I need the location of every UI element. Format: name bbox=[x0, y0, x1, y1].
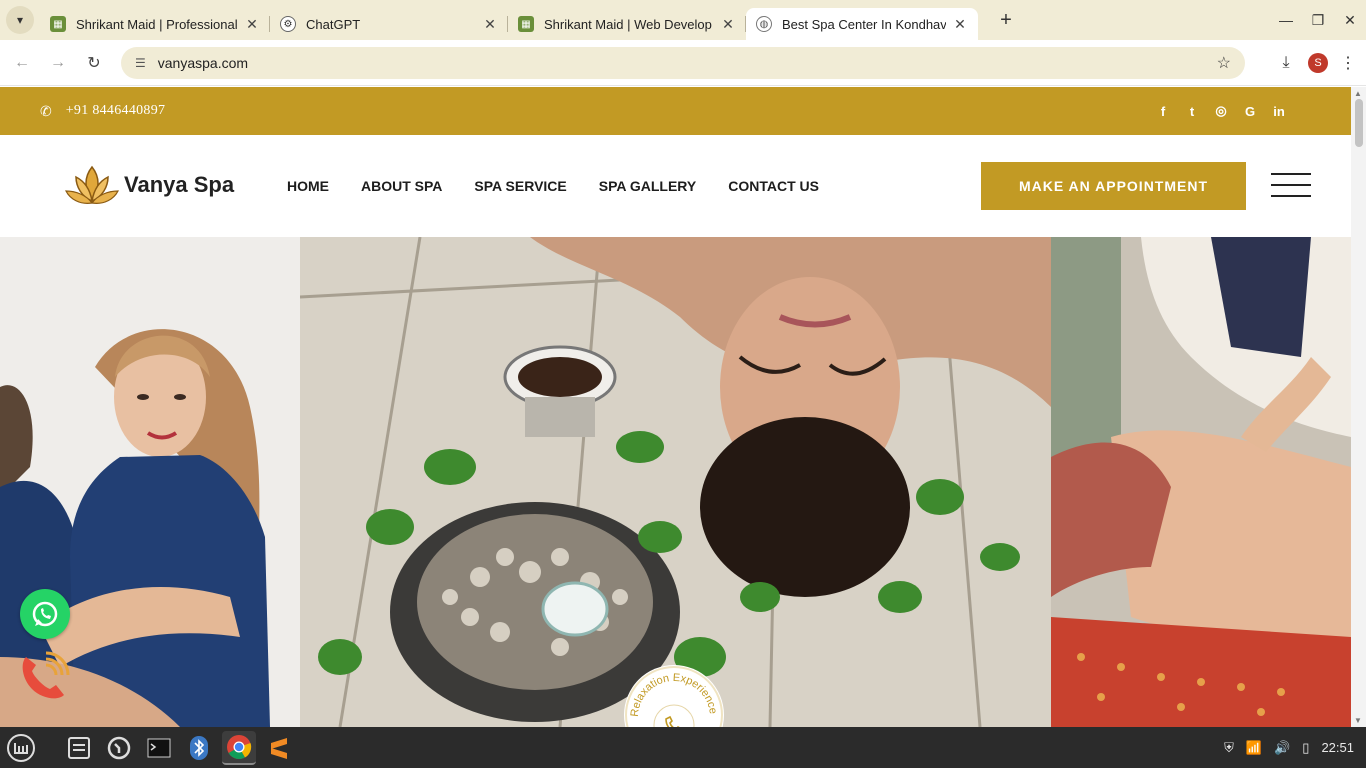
toolbar-actions: ⤓ S ⋮ bbox=[1274, 40, 1358, 86]
site-info-icon[interactable]: ☰ bbox=[135, 56, 146, 70]
url-text: vanyaspa.com bbox=[157, 55, 249, 71]
shield-icon[interactable]: ⛨ bbox=[1224, 740, 1234, 756]
call-button[interactable] bbox=[18, 649, 72, 703]
hamburger-menu-icon[interactable] bbox=[1271, 171, 1311, 199]
chevron-down-icon: ▾ bbox=[16, 13, 24, 27]
nav-spa-service[interactable]: SPA SERVICE bbox=[474, 178, 566, 194]
make-appointment-button[interactable]: MAKE AN APPOINTMENT bbox=[981, 162, 1246, 210]
battery-icon[interactable]: ▯ bbox=[1302, 740, 1309, 756]
tab-title: Shrikant Maid | Professional bbox=[76, 16, 238, 32]
window-controls: — ❐ ✕ bbox=[1270, 0, 1366, 40]
browser-toolbar: ← → ↻ ☰ vanyaspa.com ☆ ⤓ S ⋮ bbox=[0, 40, 1366, 86]
browser-tab-strip: ▾ ▦ Shrikant Maid | Professional ✕ ⚙ Cha… bbox=[0, 0, 1366, 40]
new-tab-button[interactable]: + bbox=[992, 6, 1020, 34]
chrome-icon[interactable] bbox=[222, 730, 256, 765]
scroll-thumb[interactable] bbox=[1355, 99, 1363, 147]
spa-stones-image bbox=[300, 237, 1051, 727]
browser-tab[interactable]: ▦ Shrikant Maid | Web Develop ✕ bbox=[508, 8, 746, 40]
bluetooth-icon[interactable] bbox=[182, 731, 216, 765]
site-header: Vanya Spa HOME ABOUT SPA SPA SERVICE SPA… bbox=[0, 135, 1351, 237]
back-icon[interactable]: ← bbox=[4, 54, 40, 72]
minimize-icon[interactable]: — bbox=[1270, 12, 1302, 28]
forward-icon[interactable]: → bbox=[40, 54, 76, 72]
sublime-text-icon[interactable] bbox=[262, 731, 296, 765]
maximize-icon[interactable]: ❐ bbox=[1302, 12, 1334, 29]
hero-slide-center bbox=[300, 237, 1051, 727]
phone-ringing-icon bbox=[22, 651, 70, 699]
nav-contact-us[interactable]: CONTACT US bbox=[728, 178, 819, 194]
facebook-icon[interactable]: f bbox=[1155, 104, 1171, 119]
site-favicon-icon: ▦ bbox=[50, 16, 66, 32]
phone-number[interactable]: +91 8446440897 bbox=[66, 103, 166, 119]
twitter-icon[interactable]: t bbox=[1184, 104, 1200, 119]
browser-tab[interactable]: ⚙ ChatGPT ✕ bbox=[270, 8, 508, 40]
lotus-logo-icon bbox=[65, 165, 119, 204]
scroll-down-icon[interactable]: ▼ bbox=[1354, 716, 1362, 725]
volume-icon[interactable]: 🔊 bbox=[1274, 740, 1290, 756]
updater-icon[interactable] bbox=[102, 731, 136, 765]
profile-avatar[interactable]: S bbox=[1308, 53, 1328, 73]
back-massage-image bbox=[1051, 237, 1351, 727]
instagram-icon[interactable]: ◎ bbox=[1213, 103, 1229, 119]
contact-topbar: ✆ +91 8446440897 f t ◎ G in bbox=[0, 87, 1351, 135]
close-window-icon[interactable]: ✕ bbox=[1334, 12, 1366, 29]
relaxation-call-badge[interactable]: Relaxation Experience at bbox=[621, 656, 724, 727]
main-nav: HOME ABOUT SPA SPA SERVICE SPA GALLERY C… bbox=[287, 135, 851, 237]
badge-graphic: Relaxation Experience at bbox=[621, 656, 723, 727]
terminal-icon[interactable] bbox=[142, 731, 176, 765]
site-logo[interactable]: Vanya Spa bbox=[64, 163, 234, 207]
tab-title: Shrikant Maid | Web Develop bbox=[544, 16, 712, 32]
browser-tab[interactable]: ▦ Shrikant Maid | Professional ✕ bbox=[40, 8, 270, 40]
nav-about-spa[interactable]: ABOUT SPA bbox=[361, 178, 442, 194]
mint-menu-icon[interactable] bbox=[4, 731, 38, 765]
linkedin-icon[interactable]: in bbox=[1271, 104, 1287, 119]
close-tab-icon[interactable]: ✕ bbox=[720, 16, 736, 33]
nav-spa-gallery[interactable]: SPA GALLERY bbox=[599, 178, 697, 194]
os-taskbar: ⛨ 📶 🔊 ▯ 22:51 bbox=[0, 727, 1366, 768]
google-icon[interactable]: G bbox=[1242, 104, 1258, 119]
address-bar[interactable]: ☰ vanyaspa.com ☆ bbox=[121, 47, 1245, 79]
scroll-up-icon[interactable]: ▲ bbox=[1354, 89, 1362, 98]
hero-slider[interactable] bbox=[0, 237, 1351, 727]
tab-search-button[interactable]: ▾ bbox=[6, 6, 34, 34]
page-viewport: ✆ +91 8446440897 f t ◎ G in Vanya Spa HO… bbox=[0, 87, 1351, 727]
hero-slide-right bbox=[1051, 237, 1351, 727]
tab-title: ChatGPT bbox=[306, 16, 361, 32]
nav-home[interactable]: HOME bbox=[287, 178, 329, 194]
site-favicon-icon: ▦ bbox=[518, 16, 534, 32]
tab-title: Best Spa Center In Kondhava bbox=[782, 16, 946, 32]
close-tab-icon[interactable]: ✕ bbox=[482, 16, 498, 33]
plus-icon: + bbox=[1000, 8, 1012, 31]
file-manager-icon[interactable] bbox=[62, 731, 96, 765]
browser-tab-active[interactable]: ◍ Best Spa Center In Kondhava ✕ bbox=[746, 8, 978, 40]
system-tray: ⛨ 📶 🔊 ▯ 22:51 bbox=[1224, 727, 1354, 768]
brand-name: Vanya Spa bbox=[124, 172, 235, 197]
globe-icon: ◍ bbox=[756, 16, 772, 32]
close-tab-icon[interactable]: ✕ bbox=[244, 16, 260, 33]
page-scrollbar[interactable]: ▲ ▼ bbox=[1351, 87, 1366, 727]
social-links: f t ◎ G in bbox=[1155, 87, 1287, 135]
whatsapp-icon bbox=[32, 601, 58, 627]
whatsapp-button[interactable] bbox=[20, 589, 70, 639]
chatgpt-icon: ⚙ bbox=[280, 16, 296, 32]
download-icon[interactable]: ⤓ bbox=[1274, 54, 1298, 72]
more-menu-icon[interactable]: ⋮ bbox=[1338, 53, 1358, 73]
wifi-icon[interactable]: 📶 bbox=[1246, 740, 1262, 756]
close-tab-icon[interactable]: ✕ bbox=[952, 16, 968, 33]
phone-icon: ✆ bbox=[40, 102, 52, 119]
clock[interactable]: 22:51 bbox=[1321, 740, 1354, 755]
reload-icon[interactable]: ↻ bbox=[76, 53, 112, 73]
bookmark-star-icon[interactable]: ☆ bbox=[1217, 53, 1231, 73]
